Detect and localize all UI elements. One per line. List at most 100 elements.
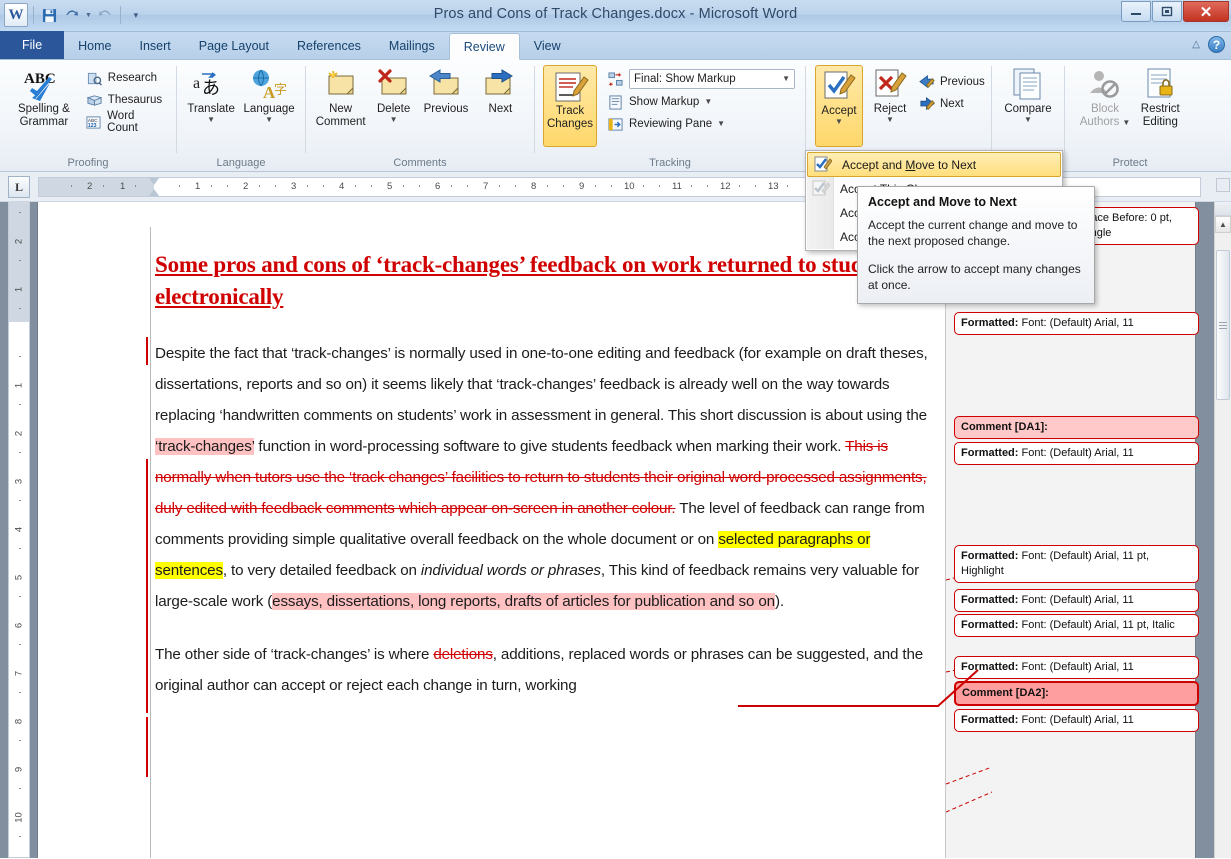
hanging-indent-marker[interactable] bbox=[149, 189, 159, 196]
vertical-scrollbar[interactable]: ▲ bbox=[1214, 202, 1231, 858]
text-run: Despite the fact that ‘track-changes’ is… bbox=[155, 345, 928, 424]
ruler-tick-7: 7 bbox=[483, 181, 489, 192]
word-count-icon: ABC 123 bbox=[86, 114, 102, 131]
chevron-down-icon[interactable]: ▼ bbox=[717, 120, 725, 128]
spelling-grammar-label-2: Grammar bbox=[19, 116, 69, 128]
balloon-label: Formatted: bbox=[961, 317, 1019, 329]
select-browse-object-icon[interactable] bbox=[1216, 178, 1230, 192]
next-comment-icon bbox=[478, 67, 522, 103]
restrict-editing-label-1: Restrict bbox=[1140, 103, 1180, 115]
tab-view[interactable]: View bbox=[520, 33, 575, 59]
balloon-formatted-font-2[interactable]: Formatted: Font: (Default) Arial, 11 bbox=[954, 442, 1199, 465]
balloon-comment-da1[interactable]: Comment [DA1]: bbox=[954, 416, 1199, 439]
group-label-language: Language bbox=[216, 157, 266, 169]
vruler-tick-5: 5 bbox=[13, 574, 25, 581]
show-markup-icon bbox=[607, 94, 624, 111]
tooltip-body: Accept the current change and move to th… bbox=[868, 217, 1084, 293]
document-title: Pros and Cons of Track Changes.docx - Mi… bbox=[433, 6, 798, 22]
restore-button[interactable] bbox=[1152, 1, 1182, 22]
italic-text-run: individual words or phrases bbox=[420, 562, 601, 579]
reviewing-pane-button[interactable]: Reviewing Pane ▼ bbox=[603, 113, 799, 135]
tab-insert[interactable]: Insert bbox=[126, 33, 185, 59]
compare-docs-icon bbox=[1008, 67, 1048, 103]
previous-comment-label: Previous bbox=[423, 103, 469, 115]
previous-comment-icon bbox=[424, 67, 468, 103]
first-line-indent-marker[interactable] bbox=[149, 178, 159, 185]
thesaurus-button[interactable]: Thesaurus bbox=[82, 89, 170, 111]
previous-comment-button[interactable]: Previous bbox=[419, 64, 474, 116]
chevron-down-icon[interactable]: ▼ bbox=[835, 118, 843, 126]
tab-stop-selector[interactable]: L bbox=[8, 176, 30, 198]
chevron-down-icon[interactable]: ▼ bbox=[390, 116, 398, 124]
chevron-down-icon[interactable]: ▼ bbox=[704, 98, 712, 106]
block-authors-icon bbox=[1085, 67, 1125, 103]
research-button[interactable]: Research bbox=[82, 67, 170, 89]
document-text-column[interactable]: Some pros and cons of ‘track-changes’ fe… bbox=[146, 227, 940, 858]
vruler-tick-1T: 1 bbox=[13, 286, 25, 293]
tab-page-layout[interactable]: Page Layout bbox=[185, 33, 283, 59]
balloon-formatted-italic[interactable]: Formatted: Font: (Default) Arial, 11 pt,… bbox=[954, 614, 1199, 637]
ruler-tick-1L: 1 bbox=[120, 181, 126, 192]
restrict-editing-button[interactable]: Restrict Editing bbox=[1135, 64, 1185, 129]
ruler-tick-4: 4 bbox=[339, 181, 345, 192]
scrollbar-thumb[interactable] bbox=[1216, 250, 1230, 400]
ruler-tick-6: 6 bbox=[435, 181, 441, 192]
new-comment-button[interactable]: New Comment bbox=[313, 64, 369, 129]
accept-button[interactable]: Accept ▼ bbox=[815, 65, 863, 147]
previous-change-button[interactable]: Previous bbox=[914, 71, 989, 93]
balloon-label: Formatted: bbox=[961, 447, 1019, 459]
next-comment-button[interactable]: Next bbox=[473, 64, 527, 116]
spelling-grammar-button[interactable]: ABC Spelling & Grammar bbox=[6, 64, 82, 129]
menu-item-accept-and-move-to-next[interactable]: Accept and Move to Next bbox=[807, 152, 1061, 177]
restrict-editing-label-2: Editing bbox=[1142, 116, 1178, 128]
track-changes-button[interactable]: Track Changes bbox=[543, 65, 597, 147]
display-for-review-icon bbox=[607, 71, 624, 88]
minimize-button[interactable] bbox=[1121, 1, 1151, 22]
tab-review[interactable]: Review bbox=[448, 33, 520, 60]
help-icon[interactable]: ? bbox=[1208, 36, 1225, 53]
tab-references[interactable]: References bbox=[283, 33, 375, 59]
vruler-tick-3: 3 bbox=[13, 478, 25, 485]
tab-file[interactable]: File bbox=[0, 31, 65, 59]
chevron-down-icon[interactable]: ▼ bbox=[207, 116, 215, 124]
next-change-button[interactable]: Next bbox=[914, 93, 989, 115]
word-count-button[interactable]: ABC 123 Word Count bbox=[82, 110, 170, 134]
translate-button[interactable]: aあ Translate ▼ bbox=[183, 64, 239, 124]
reject-button[interactable]: Reject ▼ bbox=[866, 64, 914, 124]
compare-button[interactable]: Compare ▼ bbox=[999, 64, 1056, 124]
balloon-formatted-font-1[interactable]: Formatted: Font: (Default) Arial, 11 bbox=[954, 312, 1199, 335]
close-button[interactable]: ✕ bbox=[1183, 1, 1229, 22]
vertical-ruler[interactable]: 2 1 1 2 3 4 5 6 7 8 9 10 bbox=[8, 202, 30, 858]
word-count-label: Word Count bbox=[107, 110, 138, 134]
language-button[interactable]: A字 Language ▼ bbox=[239, 64, 299, 124]
group-label-proofing: Proofing bbox=[67, 157, 109, 169]
chevron-down-icon[interactable]: ▼ bbox=[886, 116, 894, 124]
comment-connector-line bbox=[738, 669, 979, 707]
ribbon-group-comments: New Comment Delete ▼ Previous Next Comme… bbox=[306, 60, 534, 172]
chevron-down-icon[interactable]: ▼ bbox=[782, 75, 790, 83]
thesaurus-icon bbox=[86, 92, 103, 109]
chevron-down-icon[interactable]: ▼ bbox=[1122, 118, 1130, 127]
grip-icon bbox=[1219, 321, 1227, 329]
abc-check-icon: ABC bbox=[22, 67, 66, 103]
display-for-review-select[interactable]: Final: Show Markup ▼ bbox=[629, 69, 795, 89]
document-paragraph-1[interactable]: Despite the fact that ‘track-changes’ is… bbox=[155, 338, 940, 617]
ruler-tick-13: 13 bbox=[768, 181, 779, 192]
balloon-text: Font: (Default) Arial, 11 bbox=[1018, 317, 1134, 329]
scroll-up-button[interactable]: ▲ bbox=[1215, 216, 1231, 233]
chevron-down-icon[interactable]: ▼ bbox=[1024, 116, 1032, 124]
tab-home[interactable]: Home bbox=[64, 33, 125, 59]
tab-mailings[interactable]: Mailings bbox=[375, 33, 449, 59]
block-authors-button[interactable]: Block Authors ▼ bbox=[1075, 64, 1136, 129]
chevron-down-icon[interactable]: ▼ bbox=[265, 116, 273, 124]
changed-line-bar bbox=[146, 583, 148, 713]
delete-comment-button[interactable]: Delete ▼ bbox=[369, 64, 419, 124]
balloon-formatted-font-3[interactable]: Formatted: Font: (Default) Arial, 11 bbox=[954, 589, 1199, 612]
research-label: Research bbox=[107, 72, 158, 84]
show-markup-button[interactable]: Show Markup ▼ bbox=[603, 91, 799, 113]
chevron-up-icon[interactable]: △ bbox=[1192, 39, 1200, 50]
ruler-tick-5: 5 bbox=[387, 181, 393, 192]
document-heading[interactable]: Some pros and cons of ‘track-changes’ fe… bbox=[155, 249, 940, 313]
split-window-handle[interactable] bbox=[1215, 202, 1231, 216]
balloon-formatted-highlight[interactable]: Formatted: Font: (Default) Arial, 11 pt,… bbox=[954, 545, 1199, 583]
